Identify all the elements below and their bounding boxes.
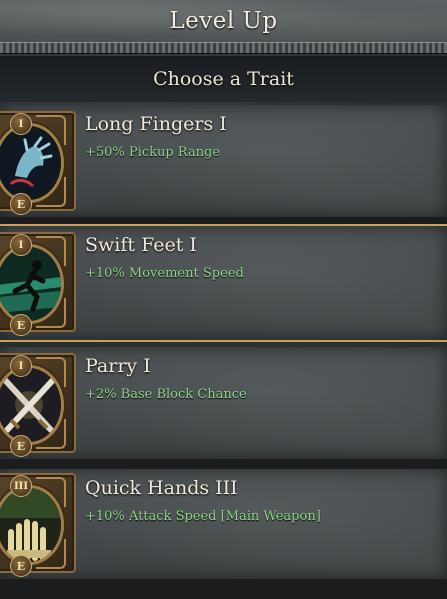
rank-badge: I (10, 234, 32, 256)
page-title: Level Up (169, 8, 278, 34)
trait-effect: +2% Base Block Chance (85, 387, 247, 402)
key-badge: E (10, 193, 32, 215)
level-up-header: Level Up (0, 0, 447, 42)
section-title: Choose a Trait (153, 68, 294, 90)
header-border (0, 42, 447, 54)
trait-effect: +10% Movement Speed (85, 266, 244, 281)
trait-name: Long Fingers I (85, 113, 227, 135)
trait-card-parry[interactable]: I E Parry I +2% Base Block Chance (0, 347, 447, 459)
card-divider (0, 459, 447, 469)
bottom-bar (0, 579, 447, 599)
trait-icon-frame: I E (0, 353, 76, 457)
key-badge: E (10, 435, 32, 457)
trait-icon-frame: III E (0, 473, 76, 577)
trait-effect: +50% Pickup Range (85, 145, 221, 160)
trait-card-quick-hands[interactable]: III E Quick Hands III +10% Attack Speed … (0, 469, 447, 579)
trait-name: Parry I (85, 355, 151, 377)
trait-effect: +10% Attack Speed [Main Weapon] (85, 509, 321, 524)
key-badge: E (10, 555, 32, 577)
trait-icon-frame: I E (0, 232, 76, 336)
level-up-screen: Level Up Choose a Trait I E Long Fingers… (0, 0, 447, 599)
trait-icon-frame: I E (0, 111, 76, 215)
key-badge: E (10, 314, 32, 336)
trait-card-long-fingers[interactable]: I E Long Fingers I +50% Pickup Range (0, 105, 447, 217)
rank-badge: I (10, 355, 32, 377)
trait-card-swift-feet[interactable]: I E Swift Feet I +10% Movement Speed (0, 224, 447, 342)
trait-name: Quick Hands III (85, 477, 238, 499)
trait-name: Swift Feet I (85, 234, 197, 256)
rank-badge: I (10, 113, 32, 135)
choose-trait-bar: Choose a Trait (0, 56, 447, 102)
rank-badge: III (10, 475, 32, 497)
